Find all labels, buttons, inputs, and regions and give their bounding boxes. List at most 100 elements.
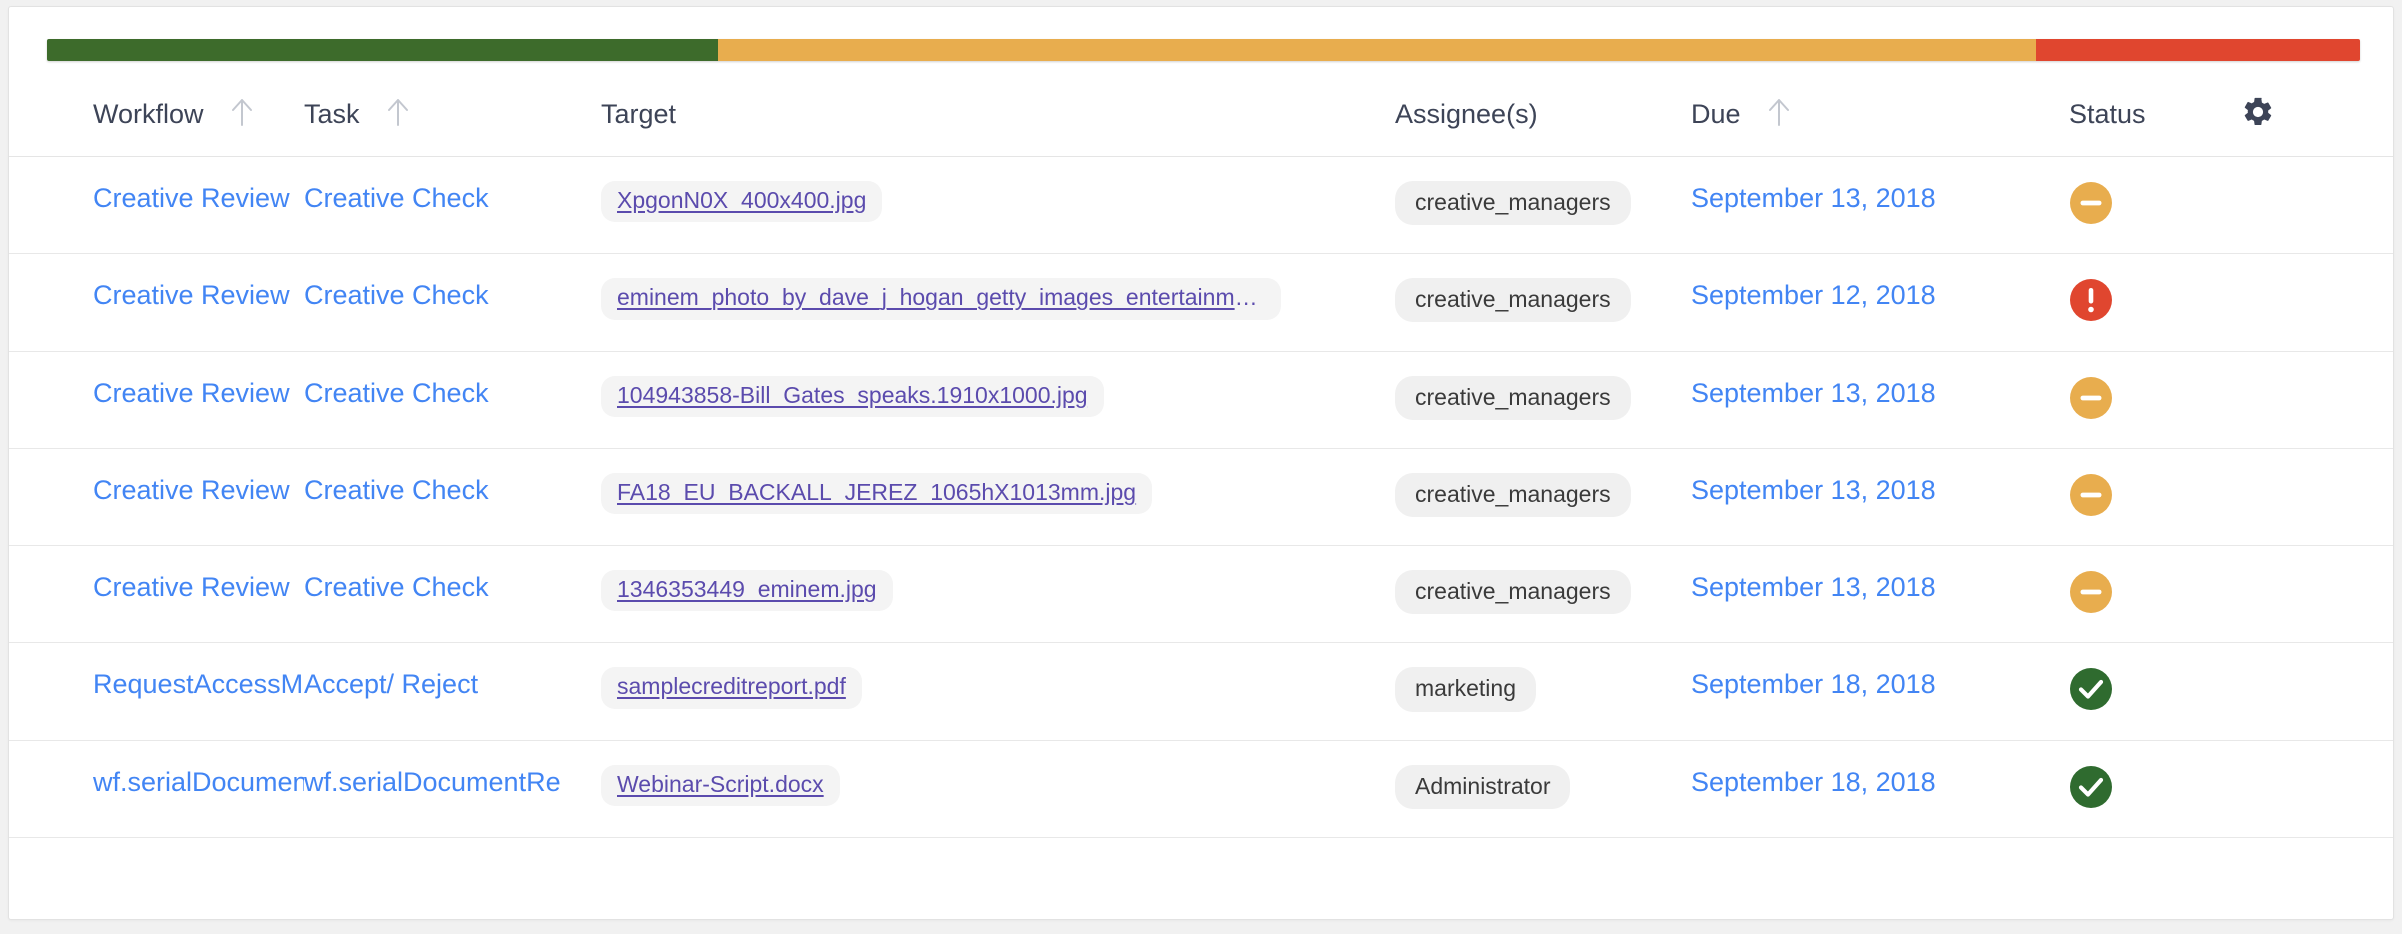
workflow-link[interactable]: Creative Review <box>93 570 304 605</box>
workflow-link[interactable]: wf.serialDocumentRe <box>93 765 304 800</box>
table-footer-cell <box>9 838 2393 887</box>
cell-workflow: Creative Review <box>9 351 304 448</box>
cell-assignee: creative_managers <box>1381 157 1681 254</box>
target-file-link[interactable]: Webinar-Script.docx <box>601 764 840 807</box>
column-header-status[interactable]: Status <box>2011 95 2241 157</box>
due-date-link[interactable]: September 13, 2018 <box>1691 572 1936 602</box>
progress-segment-complete <box>47 39 718 61</box>
cell-assignee: creative_managers <box>1381 448 1681 545</box>
check-circle-icon[interactable] <box>2069 765 2113 809</box>
status-progress-bar <box>47 39 2360 61</box>
cell-status <box>2011 448 2241 545</box>
minus-circle-icon[interactable] <box>2069 473 2113 517</box>
cell-row-settings <box>2241 448 2393 545</box>
task-link[interactable]: Creative Check <box>304 570 601 605</box>
cell-task: Creative Check <box>304 546 601 643</box>
column-header-assignee[interactable]: Assignee(s) <box>1381 95 1681 157</box>
workflow-link[interactable]: Creative Review <box>93 376 304 411</box>
cell-assignee: creative_managers <box>1381 351 1681 448</box>
task-link[interactable]: Accept/ Reject <box>304 667 601 702</box>
progress-segment-overdue <box>2036 39 2360 61</box>
due-date-link[interactable]: September 13, 2018 <box>1691 475 1936 505</box>
due-date-link[interactable]: September 13, 2018 <box>1691 378 1936 408</box>
table-row[interactable]: wf.serialDocumentRewf.serialDocumentReWe… <box>9 740 2393 837</box>
column-header-due[interactable]: Due <box>1681 95 2011 157</box>
assignee-chip: creative_managers <box>1395 181 1631 226</box>
cell-workflow: Creative Review <box>9 546 304 643</box>
cell-task: Accept/ Reject <box>304 643 601 740</box>
workflow-link[interactable]: Creative Review <box>93 181 304 216</box>
column-header-due-label: Due <box>1691 99 1741 129</box>
cell-due: September 13, 2018 <box>1681 448 2011 545</box>
task-link[interactable]: wf.serialDocumentRe <box>304 765 601 800</box>
target-file-link[interactable]: FA18_EU_BACKALL_JEREZ_1065hX1013mm.jpg <box>601 472 1153 515</box>
due-date-link[interactable]: September 18, 2018 <box>1691 669 1936 699</box>
table-row[interactable]: Creative Review Creative Check eminem_phot… <box>9 253 2393 351</box>
minus-circle-icon[interactable] <box>2069 181 2113 225</box>
column-header-target[interactable]: Target <box>601 95 1381 157</box>
sort-ascending-icon[interactable] <box>229 97 255 127</box>
column-header-target-label: Target <box>601 99 677 129</box>
cell-workflow: wf.serialDocumentRe <box>9 740 304 837</box>
cell-task: Creative Check <box>304 351 601 448</box>
cell-target: samplecreditreport.pdf <box>601 643 1381 740</box>
cell-workflow: Creative Review <box>9 254 304 351</box>
assignee-chip: creative_managers <box>1395 472 1631 518</box>
cell-task: Creative Check <box>304 254 601 351</box>
sort-ascending-icon[interactable] <box>1766 97 1792 127</box>
workflow-link[interactable]: RequestAccessMaste <box>93 667 304 702</box>
target-file-link[interactable]: eminem_photo_by_dave_j_hogan_getty_image… <box>601 278 1281 320</box>
column-header-workflow[interactable]: Workflow <box>9 95 304 157</box>
target-file-link[interactable]: 1346353449_eminem.jpg <box>601 570 893 612</box>
cell-status <box>2011 546 2241 643</box>
cell-due: September 18, 2018 <box>1681 740 2011 837</box>
task-link[interactable]: Creative Check <box>304 376 601 411</box>
cell-due: September 13, 2018 <box>1681 546 2011 643</box>
cell-status <box>2011 643 2241 740</box>
cell-task: Creative Check <box>304 157 601 254</box>
cell-workflow: Creative Review <box>9 448 304 545</box>
assignee-chip: creative_managers <box>1395 570 1631 615</box>
due-date-link[interactable]: September 12, 2018 <box>1691 280 1936 310</box>
table-row[interactable]: Creative Review Creative Check FA18_EU_BAC… <box>9 448 2393 545</box>
minus-circle-icon[interactable] <box>2069 570 2113 614</box>
cell-target: FA18_EU_BACKALL_JEREZ_1065hX1013mm.jpg <box>601 448 1381 545</box>
cell-assignee: Administrator <box>1381 740 1681 837</box>
target-file-link[interactable]: XpgonN0X_400x400.jpg <box>601 181 883 223</box>
cell-assignee: creative_managers <box>1381 546 1681 643</box>
check-circle-icon[interactable] <box>2069 667 2113 711</box>
cell-row-settings <box>2241 740 2393 837</box>
progress-segment-in-progress <box>717 39 2037 61</box>
cell-row-settings <box>2241 351 2393 448</box>
table-row[interactable]: RequestAccessMasteAccept/ Rejectsamplecr… <box>9 642 2393 740</box>
workflow-link[interactable]: Creative Review <box>93 278 304 313</box>
exclamation-circle-icon[interactable] <box>2069 278 2113 322</box>
table-row[interactable]: Creative Review Creative Check 1346353449_… <box>9 545 2393 643</box>
due-date-link[interactable]: September 13, 2018 <box>1691 183 1936 213</box>
column-header-task-label: Task <box>304 99 360 129</box>
table-row[interactable]: Creative Review Creative Check 104943858-B… <box>9 351 2393 448</box>
task-link[interactable]: Creative Check <box>304 473 601 508</box>
target-file-link[interactable]: 104943858-Bill_Gates_speaks.1910x1000.jp… <box>601 375 1104 417</box>
due-date-link[interactable]: September 18, 2018 <box>1691 767 1936 797</box>
cell-task: Creative Check <box>304 448 601 545</box>
task-link[interactable]: Creative Check <box>304 181 601 216</box>
task-link[interactable]: Creative Check <box>304 278 601 313</box>
assignee-chip: marketing <box>1395 667 1536 712</box>
cell-task: wf.serialDocumentRe <box>304 740 601 837</box>
cell-row-settings <box>2241 643 2393 740</box>
minus-circle-icon[interactable] <box>2069 376 2113 420</box>
column-header-task[interactable]: Task <box>304 95 601 157</box>
sort-ascending-icon[interactable] <box>385 97 411 127</box>
gear-icon[interactable] <box>2241 95 2275 129</box>
cell-status <box>2011 254 2241 351</box>
cell-due: September 13, 2018 <box>1681 351 2011 448</box>
cell-target: 104943858-Bill_Gates_speaks.1910x1000.jp… <box>601 351 1381 448</box>
cell-target: 1346353449_eminem.jpg <box>601 546 1381 643</box>
target-file-link[interactable]: samplecreditreport.pdf <box>601 667 862 709</box>
workflow-link[interactable]: Creative Review <box>93 473 304 508</box>
table-header: Workflow Task Target Assignee(s) Due Sta… <box>9 95 2393 157</box>
cell-status <box>2011 351 2241 448</box>
cell-due: September 12, 2018 <box>1681 254 2011 351</box>
table-row[interactable]: Creative Review Creative Check XpgonN0X_40… <box>9 156 2393 254</box>
